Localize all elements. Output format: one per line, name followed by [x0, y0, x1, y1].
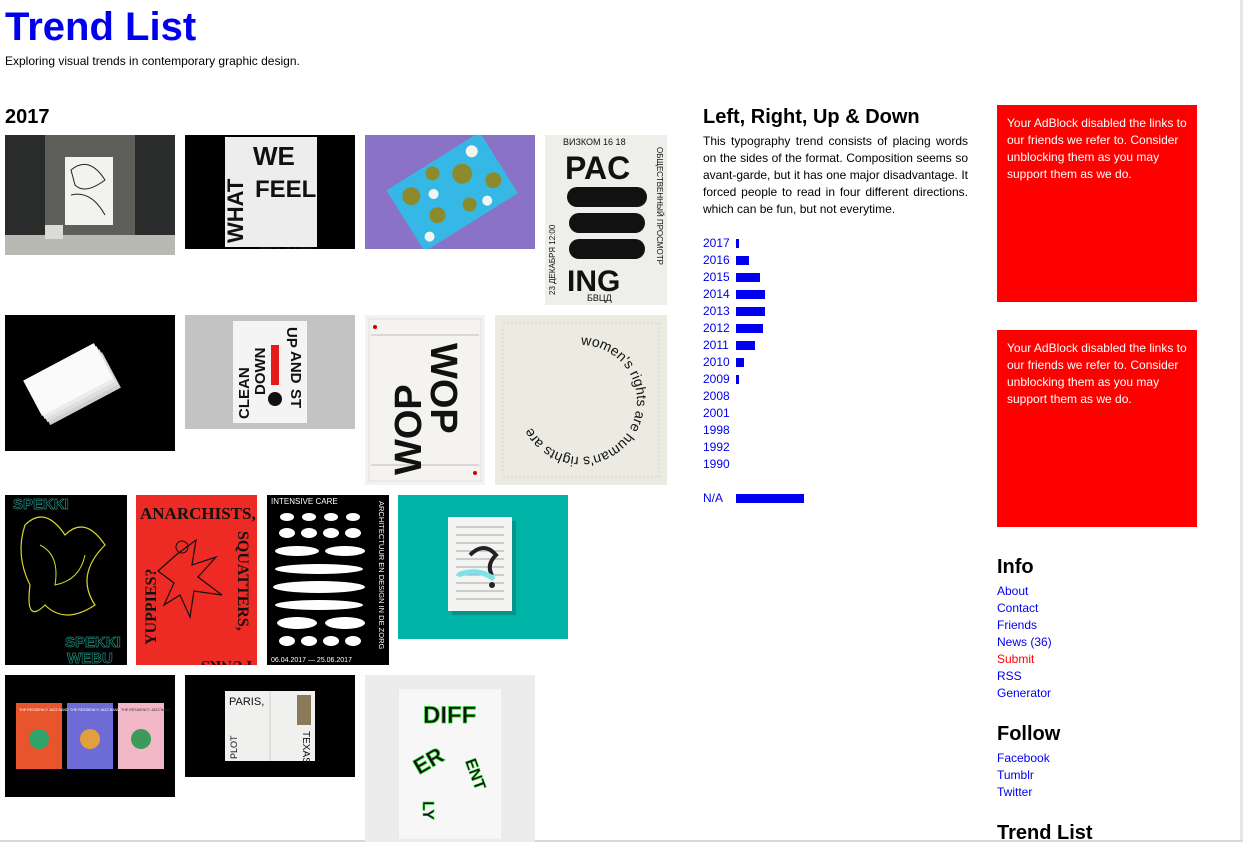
poster-thumbnail-intensive-care[interactable]: INTENSIVE CARE ARCHITECTUUR EN DESIGN IN…: [267, 495, 389, 665]
gallery-year-heading: 2017: [5, 106, 50, 128]
year-link-2008[interactable]: 2008: [703, 389, 730, 403]
poster-thumbnail-card-stack[interactable]: [5, 315, 175, 451]
rss-link[interactable]: RSS: [997, 669, 1022, 683]
year-link-1992[interactable]: 1992: [703, 440, 730, 454]
year-link-2010[interactable]: 2010: [703, 355, 730, 369]
poster-text-architectuur: ARCHITECTUUR EN DESIGN IN DE ZORG: [377, 501, 386, 650]
poster-thumbnail-residency-jazz[interactable]: THE RESIDENCY JAZZ BAND THE RESIDENCY JA…: [5, 675, 175, 797]
poster-text-feel: FEEL: [255, 176, 316, 203]
poster-text-punks: PUNKS: [201, 657, 252, 665]
poster-text-residency-3: THE RESIDENCY JAZZ BAND: [121, 708, 171, 712]
poster-text-ly: LY: [419, 801, 436, 820]
year-link-1998[interactable]: 1998: [703, 423, 730, 437]
adblock-notice-2: Your AdBlock disabled the links to our f…: [997, 330, 1197, 527]
follow-heading: Follow: [997, 723, 1061, 745]
year-link-2016[interactable]: 2016: [703, 253, 730, 267]
info-heading: Info: [997, 556, 1034, 578]
site-title-link[interactable]: Trend List: [5, 4, 196, 50]
poster-thumbnail-womans-rights[interactable]: women's rights are human's rights are: [495, 315, 667, 485]
contact-link[interactable]: Contact: [997, 601, 1038, 615]
year-link-1990[interactable]: 1990: [703, 457, 730, 471]
year-link-2014[interactable]: 2014: [703, 287, 730, 301]
poster-text-residency-2: THE RESIDENCY JAZZ BAND: [70, 708, 120, 712]
poster-thumbnail-we-feel-like[interactable]: WE WHAT FEEL LIKE: [185, 135, 355, 249]
poster-text-spekki-top: SPEKKI: [13, 496, 69, 513]
poster-thumbnail-differently[interactable]: DIFF ER ENT LY: [365, 675, 535, 842]
year-bar-2013: [736, 307, 765, 316]
year-link-2012[interactable]: 2012: [703, 321, 730, 335]
year-link-2009[interactable]: 2009: [703, 372, 730, 386]
site-tagline: Exploring visual trends in contemporary …: [5, 54, 300, 68]
adblock-notice-1: Your AdBlock disabled the links to our f…: [997, 105, 1197, 302]
poster-text-up: UP: [283, 327, 300, 348]
poster-thumbnail-teal-question[interactable]: [398, 495, 568, 639]
poster-text-date: 23 ДЕКАБРЯ 12:00: [548, 224, 557, 295]
footer-trend-list-heading: Trend List: [997, 822, 1093, 844]
generator-link[interactable]: Generator: [997, 686, 1051, 700]
poster-text-anarchists: ANARCHISTS,: [140, 504, 256, 523]
year-link-2001[interactable]: 2001: [703, 406, 730, 420]
submit-link[interactable]: Submit: [997, 652, 1034, 666]
year-link-na[interactable]: N/A: [703, 491, 723, 505]
trend-title: Left, Right, Up & Down: [703, 106, 920, 128]
news-link[interactable]: News (36): [997, 635, 1052, 649]
poster-text-viewing: ОБЩЕСТВЕННЫЙ ПРОСМОТР: [655, 147, 664, 265]
poster-text-ing: ING: [567, 265, 620, 298]
poster-text-webu: WEBU: [67, 650, 113, 665]
year-bar-2014: [736, 290, 765, 299]
poster-thumbnail-wop[interactable]: WOP WOP: [365, 315, 485, 485]
year-bar-2009: [736, 375, 739, 384]
poster-thumbnail-paris-texas[interactable]: PARIS, TEXAS PLOT: [185, 675, 355, 777]
year-link-2011[interactable]: 2011: [703, 338, 729, 352]
year-bar-2012: [736, 324, 763, 333]
poster-thumbnail-pacifying[interactable]: ВИЗКОМ 16 18 23 ДЕКАБРЯ 12:00 ОБЩЕСТВЕНН…: [545, 135, 667, 305]
poster-text-texas: TEXAS: [300, 731, 311, 764]
poster-text-yuppies: YUPPIES?: [143, 569, 160, 645]
poster-thumbnail-gallery-wall[interactable]: [5, 135, 175, 255]
year-bar-2017: [736, 239, 739, 248]
year-link-2017[interactable]: 2017: [703, 236, 730, 250]
friends-link[interactable]: Friends: [997, 618, 1037, 632]
poster-text-what: WHAT: [223, 178, 248, 243]
year-bar-na: [736, 494, 804, 503]
poster-text-we: WE: [253, 141, 295, 171]
poster-text-plot: PLOT: [229, 735, 239, 759]
year-link-2015[interactable]: 2015: [703, 270, 730, 284]
year-bar-2016: [736, 256, 749, 265]
poster-text-wop-2: WOP: [422, 343, 464, 434]
tumblr-link[interactable]: Tumblr: [997, 768, 1034, 782]
year-bar-2011: [736, 341, 755, 350]
poster-text-diff: DIFF: [423, 702, 476, 729]
about-link[interactable]: About: [997, 584, 1028, 598]
year-bar-2010: [736, 358, 744, 367]
poster-text-squatters: SQUATTERS,: [234, 531, 251, 631]
poster-text-down: DOWN: [252, 348, 269, 396]
poster-thumbnail-anarchists[interactable]: ANARCHISTS, YUPPIES? SQUATTERS, PUNKS: [136, 495, 257, 665]
poster-text-clean: CLEAN: [236, 367, 253, 419]
poster-thumbnail-clean-up[interactable]: CLEAN DOWN UP AND ST: [185, 315, 355, 429]
poster-text-like: LIKE: [258, 241, 313, 249]
poster-thumbnail-spekki-webu[interactable]: SPEKKI SPEKKI WEBU: [5, 495, 127, 665]
poster-text-pac: PAC: [565, 150, 630, 186]
year-bar-2015: [736, 273, 760, 282]
twitter-link[interactable]: Twitter: [997, 785, 1032, 799]
poster-text-paris: PARIS,: [229, 696, 264, 708]
poster-text-and: AND: [287, 351, 304, 384]
poster-text-spekki-bottom: SPEKKI: [65, 634, 121, 651]
poster-text-dates: 06.04.2017 — 25.06.2017: [271, 657, 352, 664]
poster-text-residency-1: THE RESIDENCY JAZZ BAND: [19, 708, 69, 712]
facebook-link[interactable]: Facebook: [997, 751, 1050, 765]
year-link-2013[interactable]: 2013: [703, 304, 730, 318]
poster-thumbnail-patterned-sheet[interactable]: [365, 135, 535, 249]
poster-text-vizkom: ВИЗКОМ 16 18: [563, 137, 626, 147]
trend-description: This typography trend consists of placin…: [703, 134, 968, 216]
poster-text-intensive-care: INTENSIVE CARE: [271, 497, 338, 506]
poster-text-st: ST: [287, 389, 304, 408]
